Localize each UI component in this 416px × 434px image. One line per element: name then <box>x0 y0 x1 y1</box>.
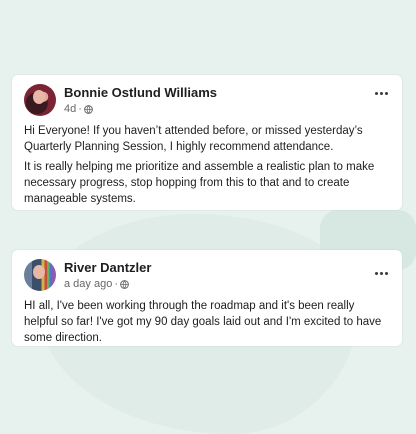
avatar[interactable] <box>24 259 56 291</box>
separator-dot: · <box>114 278 118 290</box>
avatar-face <box>33 90 45 104</box>
post-time[interactable]: a day ago <box>64 279 112 290</box>
avatar[interactable] <box>24 84 56 116</box>
post-card: River Dantzler a day ago · HI all, I've … <box>12 250 402 346</box>
post-meta: Bonnie Ostlund Williams 4d · <box>64 83 217 115</box>
post-text: It is really helping me prioritize and a… <box>24 161 375 205</box>
post-time[interactable]: 4d <box>64 104 76 115</box>
globe-icon <box>120 280 129 289</box>
post-header: Bonnie Ostlund Williams 4d · <box>24 83 388 123</box>
separator-dot: · <box>78 103 82 115</box>
post-text: HI all, I've been working through the ro… <box>24 300 382 344</box>
more-options-icon[interactable] <box>375 92 388 95</box>
avatar-face <box>33 265 45 279</box>
post-time-row: 4d · <box>64 104 217 115</box>
more-options-icon[interactable] <box>375 272 388 275</box>
author-name[interactable]: River Dantzler <box>64 261 151 274</box>
post-text: Hi Everyone! If you haven’t attended bef… <box>24 125 363 153</box>
post-card: Bonnie Ostlund Williams 4d · Hi Everyone… <box>12 75 402 210</box>
post-time-row: a day ago · <box>64 279 151 290</box>
post-meta: River Dantzler a day ago · <box>64 258 151 290</box>
globe-icon <box>84 105 93 114</box>
post-header: River Dantzler a day ago · <box>24 258 388 298</box>
author-name[interactable]: Bonnie Ostlund Williams <box>64 86 217 99</box>
